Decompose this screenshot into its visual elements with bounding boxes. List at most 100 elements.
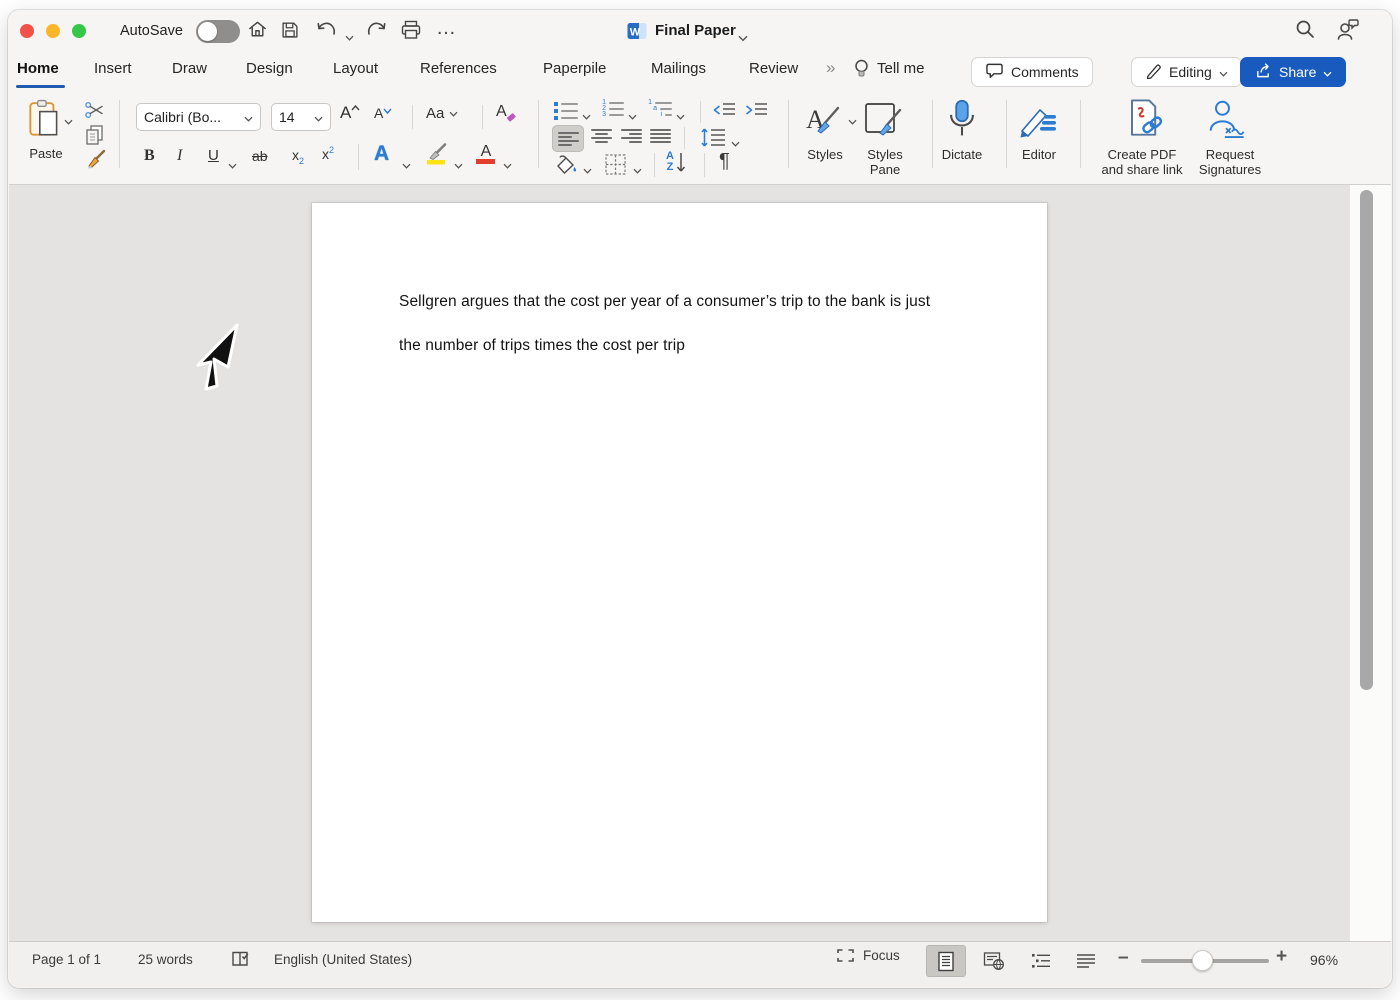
decrease-indent-button[interactable] (712, 101, 737, 124)
strikethrough-button[interactable]: ab (252, 148, 268, 164)
redo-button[interactable] (362, 18, 390, 46)
numbered-list-chevron-icon[interactable] (628, 107, 637, 125)
print-layout-view-button[interactable] (926, 945, 966, 977)
dictate-label: Dictate (932, 147, 992, 162)
create-pdf-share-link-button[interactable] (1122, 98, 1164, 142)
zoom-out-button[interactable]: – (1118, 947, 1129, 969)
focus-mode-button[interactable]: Focus (836, 948, 900, 963)
bullet-list-button[interactable] (554, 101, 578, 120)
highlight-chevron-icon[interactable] (454, 156, 463, 174)
document-text-line-2[interactable]: the number of trips times the cost per t… (399, 337, 685, 355)
line-spacing-chevron-icon[interactable] (731, 134, 740, 152)
comments-button[interactable]: Comments (971, 57, 1093, 87)
document-title[interactable]: Final Paper (655, 22, 736, 39)
font-name-select[interactable]: Calibri (Bo... (136, 103, 261, 131)
numbered-list-button[interactable]: 1 2 3 (600, 100, 624, 117)
tab-draw[interactable]: Draw (172, 60, 207, 77)
styles-button[interactable]: A (804, 100, 844, 140)
web-layout-view-button[interactable] (974, 945, 1014, 977)
page-count-status[interactable]: Page 1 of 1 (32, 952, 101, 967)
request-signatures-button[interactable] (1206, 98, 1246, 142)
zoom-level-status[interactable]: 96% (1310, 952, 1338, 968)
word-count-status[interactable]: 25 words (138, 952, 193, 967)
subscript-button[interactable]: x2 (292, 147, 304, 166)
tab-home[interactable]: Home (17, 60, 59, 77)
tab-insert[interactable]: Insert (94, 60, 132, 77)
autosave-toggle[interactable] (196, 20, 240, 43)
bullet-list-chevron-icon[interactable] (582, 107, 591, 125)
tell-me-button[interactable]: Tell me (877, 60, 925, 77)
text-effects-chevron-icon[interactable] (402, 156, 411, 174)
increase-indent-icon (744, 101, 769, 119)
share-button[interactable]: Share (1240, 57, 1346, 87)
save-icon (279, 19, 301, 46)
undo-button[interactable] (310, 18, 344, 46)
highlight-color-button[interactable] (424, 142, 450, 171)
title-chevron-down-icon[interactable] (738, 29, 748, 47)
shading-chevron-icon[interactable] (583, 161, 592, 179)
font-size-select[interactable]: 14 (271, 103, 331, 131)
shrink-font-button[interactable]: A (374, 105, 392, 121)
font-color-chevron-icon[interactable] (503, 156, 512, 174)
search-button[interactable] (1291, 17, 1319, 45)
outline-view-button[interactable] (1021, 945, 1061, 977)
change-case-button[interactable]: Aa (426, 104, 458, 122)
tab-design[interactable]: Design (246, 60, 293, 77)
more-commands-button[interactable]: … (432, 18, 460, 46)
bold-button[interactable]: B (144, 147, 155, 165)
scrollbar-thumb[interactable] (1360, 190, 1373, 690)
justify-button[interactable] (650, 129, 672, 143)
text-effects-button[interactable]: A (374, 142, 389, 166)
align-left-button[interactable] (552, 125, 584, 152)
tab-paperpile[interactable]: Paperpile (543, 60, 606, 77)
language-status[interactable]: English (United States) (274, 952, 412, 967)
font-color-button[interactable]: A (476, 143, 496, 164)
tab-review[interactable]: Review (749, 60, 798, 77)
multilevel-list-button[interactable]: 1 a i (646, 100, 672, 117)
borders-chevron-icon[interactable] (633, 161, 642, 179)
format-painter-button[interactable] (84, 149, 107, 175)
save-button[interactable] (276, 18, 304, 46)
copy-button[interactable] (84, 124, 105, 151)
microphone-icon (944, 98, 980, 142)
underline-button[interactable]: U (208, 147, 219, 164)
tab-layout[interactable]: Layout (333, 60, 378, 77)
zoom-in-button[interactable]: + (1276, 946, 1287, 968)
account-button[interactable] (1334, 17, 1362, 45)
editing-mode-button[interactable]: Editing (1131, 57, 1242, 87)
clear-formatting-button[interactable]: A (496, 103, 517, 123)
tab-overflow-chevrons-icon[interactable]: » (826, 58, 833, 78)
grow-font-button[interactable]: A (340, 103, 360, 123)
home-button[interactable] (243, 18, 271, 46)
show-paragraph-marks-button[interactable]: ¶ (719, 150, 730, 173)
minimize-window-button[interactable] (46, 24, 60, 38)
sort-button[interactable]: A Z (666, 151, 686, 175)
cut-button[interactable] (84, 100, 105, 125)
borders-button[interactable] (604, 153, 627, 181)
superscript-button[interactable]: x2 (322, 145, 334, 164)
styles-pane-button[interactable] (862, 100, 906, 140)
align-center-button[interactable] (590, 129, 612, 143)
document-text-line-1[interactable]: Sellgren argues that the cost per year o… (399, 293, 930, 311)
paste-chevron-down-icon[interactable] (64, 112, 73, 130)
shading-button[interactable] (554, 153, 578, 181)
editor-button[interactable] (1018, 99, 1060, 141)
close-window-button[interactable] (20, 24, 34, 38)
increase-indent-button[interactable] (744, 101, 769, 124)
print-layout-icon (937, 951, 955, 972)
align-right-button[interactable] (620, 129, 642, 143)
italic-button[interactable]: I (177, 147, 182, 165)
zoom-window-button[interactable] (72, 24, 86, 38)
draft-view-button[interactable] (1066, 945, 1106, 977)
undo-dropdown-chevron-icon[interactable] (345, 28, 354, 46)
tab-mailings[interactable]: Mailings (651, 60, 706, 77)
paint-bucket-icon (554, 153, 578, 176)
zoom-slider-thumb[interactable] (1192, 950, 1213, 971)
print-button[interactable] (397, 18, 425, 46)
underline-chevron-icon[interactable] (228, 156, 237, 174)
tab-references[interactable]: References (420, 60, 497, 77)
dictate-button[interactable] (944, 98, 980, 142)
multilevel-list-chevron-icon[interactable] (676, 107, 685, 125)
styles-chevron-icon[interactable] (848, 112, 857, 130)
proofing-status-icon[interactable] (230, 949, 252, 974)
